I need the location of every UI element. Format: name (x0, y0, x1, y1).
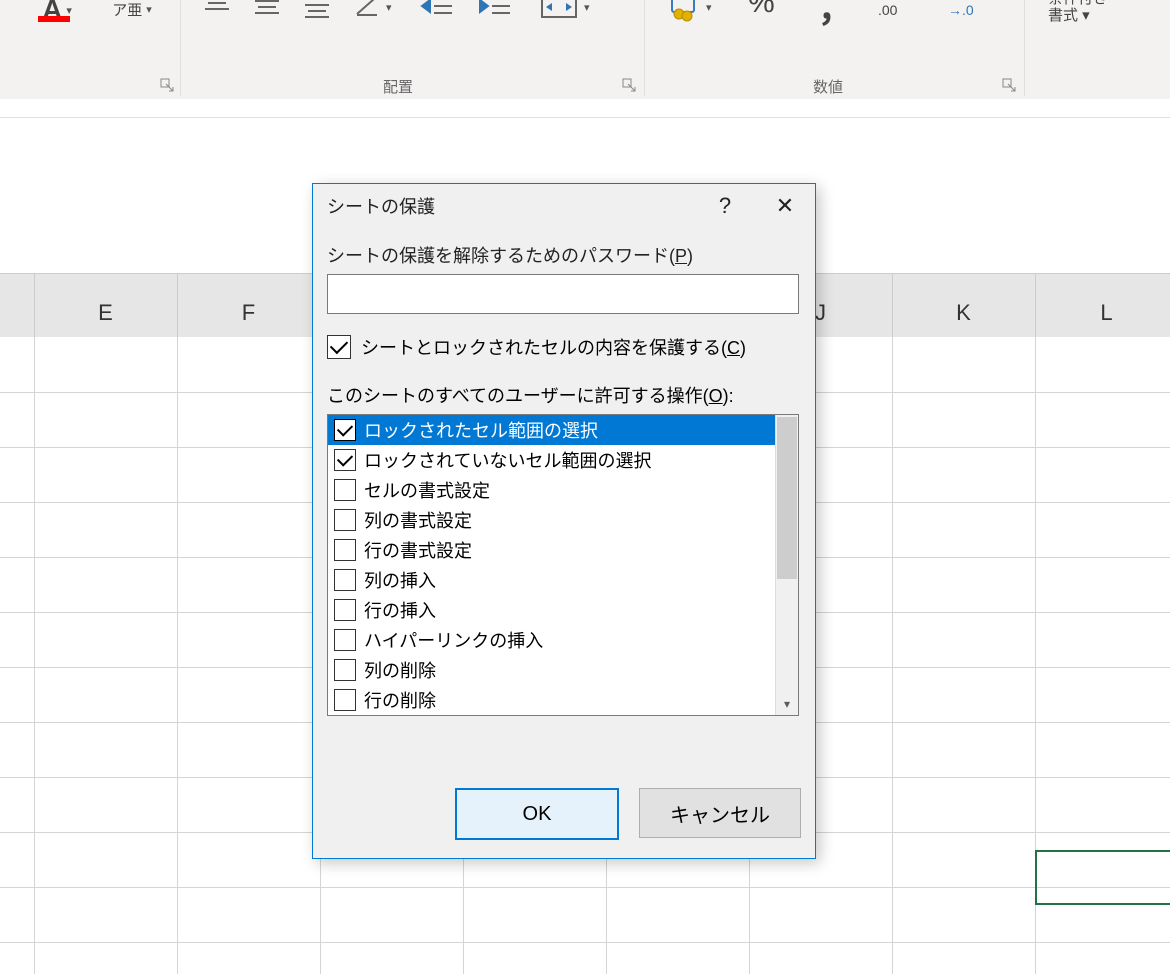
listbox-scrollbar[interactable]: ▴ ▾ (775, 415, 798, 715)
allow-action-label: ロックされたセル範囲の選択 (364, 417, 598, 443)
password-label: シートの保護を解除するためのパスワード(P) (327, 242, 801, 268)
allow-action-label: 列の書式設定 (364, 507, 472, 533)
active-cell[interactable] (1035, 850, 1170, 905)
alignment-group-label: 配置 (368, 76, 428, 97)
number-group-label: 数値 (798, 76, 858, 97)
allow-action-checkbox[interactable] (334, 569, 356, 591)
column-header[interactable]: E (34, 300, 177, 326)
allow-action-label: 行の削除 (364, 687, 436, 713)
allow-action-label: ロックされていないセル範囲の選択 (364, 447, 651, 473)
font-color-button[interactable]: A ▾ (22, 0, 92, 30)
allow-action-label: 行の書式設定 (364, 537, 472, 563)
allow-action-item[interactable]: 行の挿入 (328, 595, 775, 625)
allow-action-item[interactable]: ロックされていないセル範囲の選択 (328, 445, 775, 475)
increase-decimal-button[interactable]: ←.0 .00 (878, 0, 904, 18)
allow-action-checkbox[interactable] (334, 419, 356, 441)
accounting-format-button[interactable]: ▾ (668, 0, 712, 22)
decrease-indent-button[interactable] (420, 0, 454, 20)
column-header[interactable]: F (177, 300, 320, 326)
font-group-launcher[interactable] (160, 78, 174, 92)
align-top-button[interactable] (202, 0, 232, 20)
allow-action-checkbox[interactable] (334, 479, 356, 501)
column-header[interactable]: L (1035, 300, 1170, 326)
allow-label: このシートのすべてのユーザーに許可する操作(O): (327, 382, 801, 408)
dialog-title: シートの保護 (327, 193, 435, 219)
protect-contents-label: シートとロックされたセルの内容を保護する(C) (361, 334, 746, 360)
ok-button[interactable]: OK (455, 788, 619, 840)
align-bottom-button[interactable] (302, 0, 332, 20)
allow-action-checkbox[interactable] (334, 449, 356, 471)
allow-action-item[interactable]: ロックされたセル範囲の選択 (328, 415, 775, 445)
protect-contents-checkbox[interactable] (327, 335, 351, 359)
allow-action-item[interactable]: 行の削除 (328, 685, 775, 715)
scroll-down-icon[interactable]: ▾ (776, 693, 798, 715)
allow-action-item[interactable]: 列の書式設定 (328, 505, 775, 535)
increase-indent-button[interactable] (478, 0, 512, 20)
orientation-button[interactable]: ▾ (352, 0, 392, 20)
allow-action-item[interactable]: セルの書式設定 (328, 475, 775, 505)
allow-action-item[interactable]: 列の削除 (328, 655, 775, 685)
number-group-launcher[interactable] (1002, 78, 1016, 92)
comma-icon: ， (818, 0, 854, 32)
comma-style-button[interactable]: ， (818, 0, 854, 32)
column-header[interactable]: K (892, 300, 1035, 326)
conditional-formatting-label: 条件付き 書式 ▾ (1048, 0, 1108, 24)
allow-action-checkbox[interactable] (334, 689, 356, 711)
font-color-letter: A (42, 0, 62, 26)
scroll-thumb[interactable] (777, 417, 797, 579)
dropdown-icon: ▾ (584, 1, 590, 14)
alignment-group-launcher[interactable] (622, 78, 636, 92)
decrease-decimal-button[interactable]: .00 →.0 (948, 0, 974, 18)
dropdown-icon: ▾ (706, 1, 712, 14)
allow-action-item[interactable]: 列の挿入 (328, 565, 775, 595)
wrap-merge-button[interactable]: ▾ (540, 0, 590, 20)
conditional-formatting-button[interactable]: 条件付き 書式 ▾ (1048, 0, 1168, 24)
allow-action-checkbox[interactable] (334, 629, 356, 651)
font-color-swatch (38, 16, 70, 22)
dropdown-icon: ▾ (66, 4, 72, 17)
allow-action-checkbox[interactable] (334, 509, 356, 531)
allow-action-label: 列の削除 (364, 657, 436, 683)
allow-action-checkbox[interactable] (334, 659, 356, 681)
asian-layout-button[interactable]: ア亜 ▾ (102, 0, 162, 30)
dropdown-icon: ▾ (146, 2, 152, 19)
cancel-button[interactable]: キャンセル (639, 788, 801, 838)
asian-layout-label: ア亜 (112, 2, 142, 19)
allow-action-checkbox[interactable] (334, 539, 356, 561)
close-button[interactable]: ✕ (755, 184, 815, 228)
protect-sheet-dialog: シートの保護 ? ✕ シートの保護を解除するためのパスワード(P) シートとロッ… (312, 183, 816, 859)
allow-action-item[interactable]: ハイパーリンクの挿入 (328, 625, 775, 655)
align-middle-button[interactable] (252, 0, 282, 20)
allow-actions-listbox[interactable]: ロックされたセル範囲の選択ロックされていないセル範囲の選択セルの書式設定列の書式… (327, 414, 799, 716)
help-button[interactable]: ? (695, 184, 755, 228)
percent-icon: % (748, 0, 775, 20)
allow-action-label: 列の挿入 (364, 567, 436, 593)
allow-action-label: セルの書式設定 (364, 477, 490, 503)
allow-action-label: ハイパーリンクの挿入 (364, 627, 543, 653)
dropdown-icon: ▾ (386, 1, 392, 14)
password-input[interactable] (327, 274, 799, 314)
percent-style-button[interactable]: % (748, 0, 775, 20)
allow-action-item[interactable]: 行の書式設定 (328, 535, 775, 565)
allow-action-label: 行の挿入 (364, 597, 436, 623)
allow-action-checkbox[interactable] (334, 599, 356, 621)
